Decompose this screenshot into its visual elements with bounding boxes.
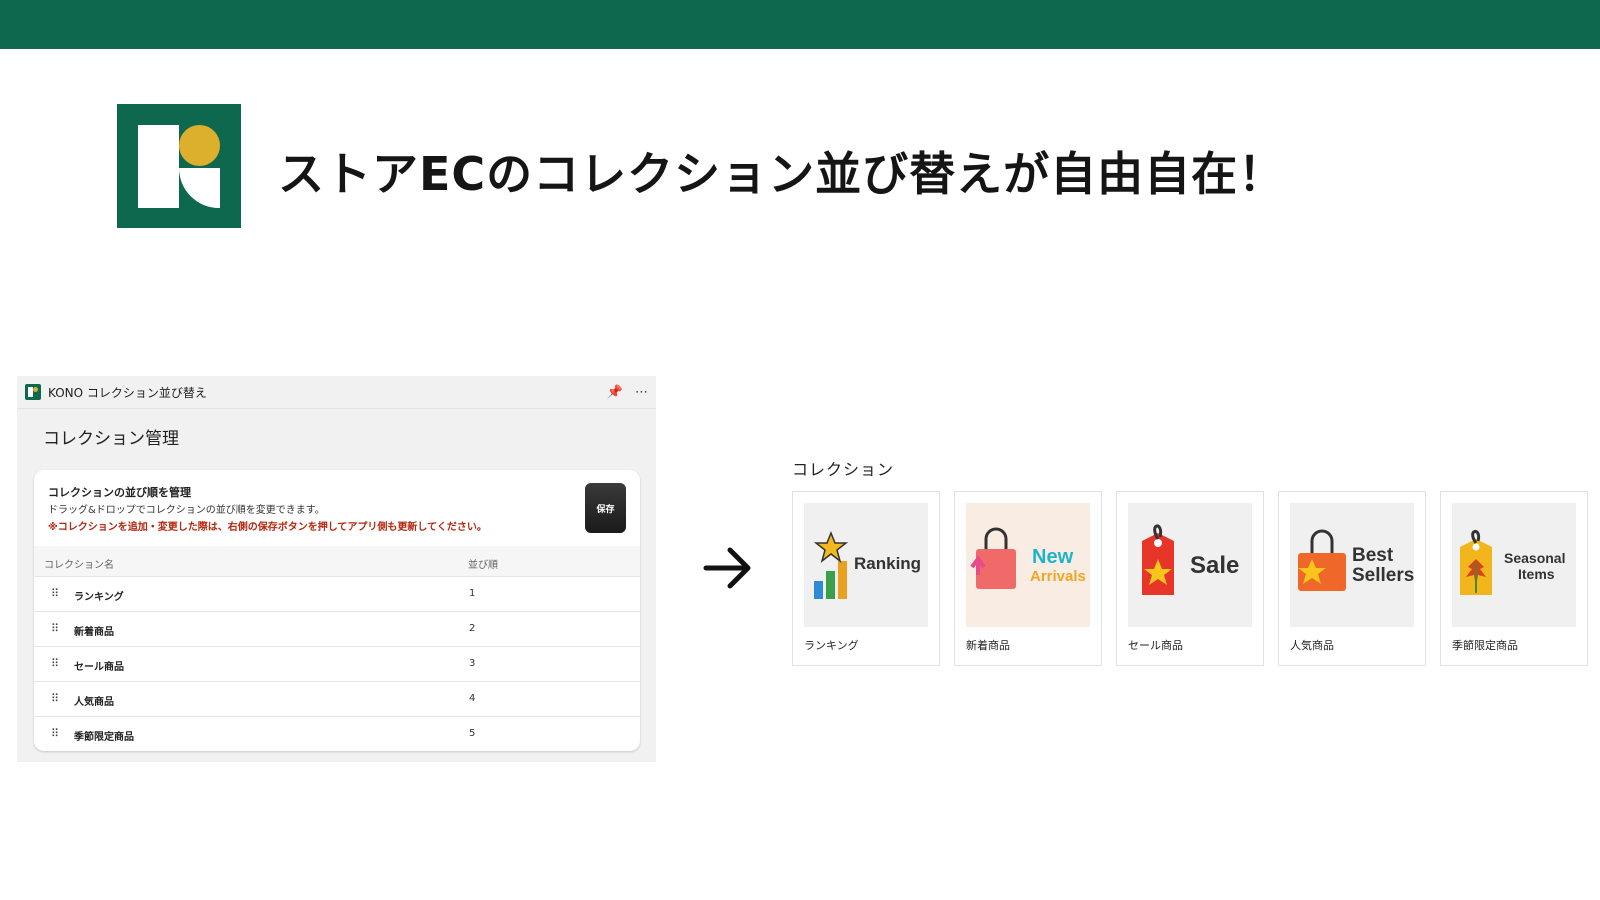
collection-card-sale[interactable]: Sale セール商品 xyxy=(1116,491,1264,666)
row-name: セール商品 xyxy=(74,662,124,673)
collection-card-new-arrivals[interactable]: New Arrivals 新着商品 xyxy=(954,491,1102,666)
shopping-bag-icon: New Arrivals xyxy=(970,527,1086,589)
collection-label: ランキング xyxy=(804,639,859,652)
collection-image-text: Items xyxy=(1518,566,1555,582)
collection-order-card: コレクションの並び順を管理 ドラッグ&ドロップでコレクションの並び順を変更できま… xyxy=(34,470,640,751)
collection-image: Best Sellers xyxy=(1290,503,1414,627)
collection-image: Sale xyxy=(1128,503,1252,627)
collection-image-text: Sellers xyxy=(1352,565,1414,586)
save-button[interactable]: 保存 xyxy=(585,483,626,533)
row-order: 3 xyxy=(469,658,476,669)
trophy-chart-icon: Ranking xyxy=(813,530,921,599)
card-warning: ※コレクションを追加・変更した際は、右側の保存ボタンを押してアプリ側も更新してく… xyxy=(48,522,487,533)
row-order: 1 xyxy=(469,588,476,599)
store-heading: コレクション xyxy=(792,460,895,479)
table-row[interactable]: ⠿ セール商品 3 xyxy=(34,647,640,682)
row-order: 5 xyxy=(469,728,476,739)
row-order: 2 xyxy=(469,623,476,634)
collection-label: 季節限定商品 xyxy=(1452,639,1518,652)
collection-image-text: New xyxy=(1032,546,1074,568)
collection-card-best-sellers[interactable]: Best Sellers 人気商品 xyxy=(1278,491,1426,666)
table-row[interactable]: ⠿ 新着商品 2 xyxy=(34,612,640,647)
collection-label: 人気商品 xyxy=(1290,639,1334,652)
admin-panel: KONO コレクション並び替え 📌 ⋯ コレクション管理 コレクションの並び順を… xyxy=(17,376,656,762)
row-name: 新着商品 xyxy=(74,627,114,638)
star-bag-icon: Best Sellers xyxy=(1298,529,1414,591)
pin-icon[interactable]: 📌 xyxy=(607,385,623,400)
drag-handle-icon[interactable]: ⠿ xyxy=(51,657,59,670)
app-header: KONO コレクション並び替え 📌 ⋯ xyxy=(17,376,656,409)
collection-image-text: Ranking xyxy=(854,554,921,573)
collection-image-text: Sale xyxy=(1190,552,1239,579)
headline: ストアECのコレクション並び替えが自由自在！ xyxy=(278,147,1286,201)
collection-image-text: Seasonal xyxy=(1504,550,1565,566)
top-banner xyxy=(0,0,1600,49)
collection-label: 新着商品 xyxy=(966,639,1010,652)
drag-handle-icon[interactable]: ⠿ xyxy=(51,587,59,600)
collection-card-seasonal-items[interactable]: Seasonal Items 季節限定商品 xyxy=(1440,491,1588,666)
column-header-order: 並び順 xyxy=(468,560,498,571)
drag-handle-icon[interactable]: ⠿ xyxy=(51,692,59,705)
collection-image: New Arrivals xyxy=(966,503,1090,627)
row-name: 季節限定商品 xyxy=(74,732,134,743)
app-logo-icon xyxy=(25,384,41,400)
collection-image-text: Best xyxy=(1352,545,1394,566)
price-tag-icon: Sale xyxy=(1142,524,1239,595)
row-name: ランキング xyxy=(74,592,124,603)
card-title: コレクションの並び順を管理 xyxy=(48,486,191,499)
collection-image-text: Arrivals xyxy=(1030,568,1086,585)
arrow-right-icon xyxy=(703,547,751,589)
page-title: コレクション管理 xyxy=(43,429,179,449)
kono-logo xyxy=(117,104,241,228)
drag-handle-icon[interactable]: ⠿ xyxy=(51,622,59,635)
more-options-icon[interactable]: ⋯ xyxy=(635,385,648,400)
collection-image: Ranking xyxy=(804,503,928,627)
row-name: 人気商品 xyxy=(74,697,114,708)
table-row[interactable]: ⠿ 人気商品 4 xyxy=(34,682,640,717)
card-description: ドラッグ&ドロップでコレクションの並び順を変更できます。 xyxy=(48,505,325,516)
collection-label: セール商品 xyxy=(1128,639,1183,652)
column-header-name: コレクション名 xyxy=(44,560,114,571)
row-order: 4 xyxy=(469,693,476,704)
drag-handle-icon[interactable]: ⠿ xyxy=(51,727,59,740)
collection-card-ranking[interactable]: Ranking ランキング xyxy=(792,491,940,666)
app-name: KONO コレクション並び替え xyxy=(48,385,207,400)
table-row[interactable]: ⠿ ランキング 1 xyxy=(34,577,640,612)
leaf-tag-icon: Seasonal Items xyxy=(1460,530,1565,595)
table-header: コレクション名 並び順 xyxy=(34,546,640,577)
collection-image: Seasonal Items xyxy=(1452,503,1576,627)
table-row[interactable]: ⠿ 季節限定商品 5 xyxy=(34,717,640,751)
